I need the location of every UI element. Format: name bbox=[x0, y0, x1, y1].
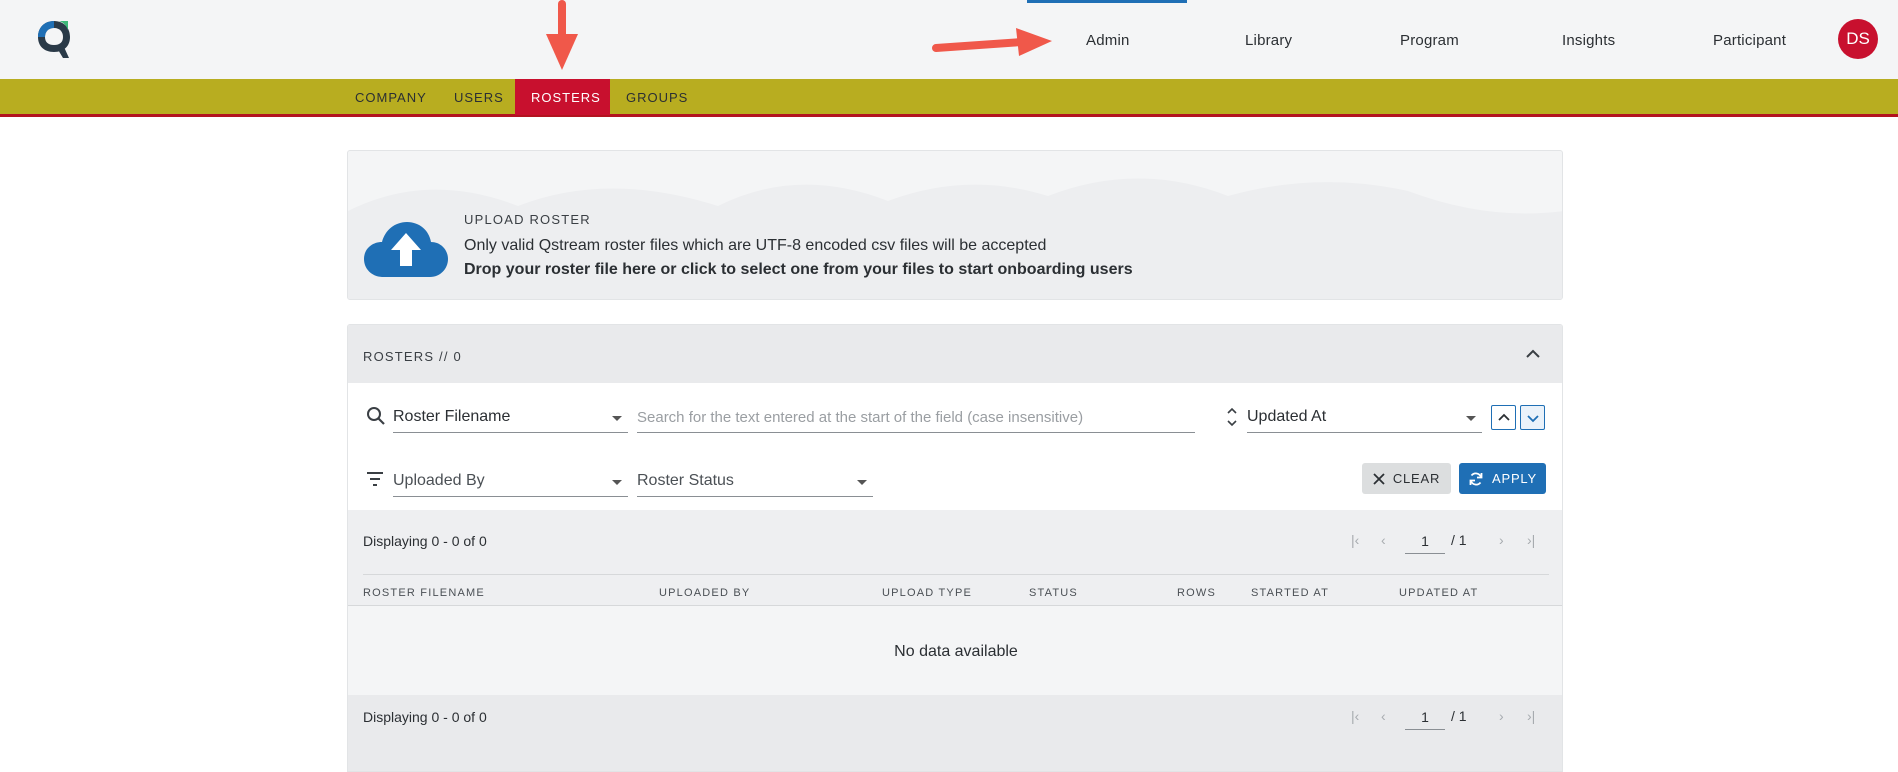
tab-users[interactable]: USERS bbox=[438, 79, 520, 115]
pagination-top: |‹ ‹ 1 / 1 › ›| bbox=[1351, 530, 1541, 554]
col-header-started-at[interactable]: STARTED AT bbox=[1251, 587, 1329, 599]
next-page-icon[interactable]: › bbox=[1499, 708, 1504, 724]
rosters-panel: ROSTERS // 0 Roster Filename Updated At … bbox=[347, 324, 1563, 772]
col-header-status[interactable]: STATUS bbox=[1029, 587, 1078, 599]
chevron-up-icon[interactable] bbox=[1524, 345, 1542, 363]
search-field-select[interactable]: Roster Filename bbox=[393, 403, 628, 433]
nav-item-admin[interactable]: Admin bbox=[1086, 32, 1130, 49]
no-data-message: No data available bbox=[894, 643, 1018, 660]
first-page-icon[interactable]: |‹ bbox=[1351, 708, 1359, 724]
chevron-down-icon bbox=[1526, 414, 1539, 422]
search-input[interactable] bbox=[637, 403, 1195, 433]
upload-title: UPLOAD ROSTER bbox=[464, 212, 591, 227]
close-icon bbox=[1373, 472, 1385, 485]
displaying-count-bottom: Displaying 0 - 0 of 0 bbox=[363, 709, 487, 725]
col-header-rows[interactable]: ROWS bbox=[1177, 587, 1216, 599]
refresh-icon bbox=[1469, 472, 1483, 485]
next-page-icon[interactable]: › bbox=[1499, 532, 1504, 548]
table-footer: Displaying 0 - 0 of 0 |‹ ‹ 1 / 1 › ›| bbox=[348, 695, 1562, 771]
nav-item-insights[interactable]: Insights bbox=[1562, 32, 1615, 49]
displaying-count-top: Displaying 0 - 0 of 0 bbox=[363, 533, 487, 549]
rosters-title: ROSTERS // 0 bbox=[363, 349, 462, 364]
search-icon bbox=[367, 407, 385, 425]
search-field-value: Roster Filename bbox=[393, 408, 511, 425]
filter-icon bbox=[367, 472, 383, 486]
tab-groups[interactable]: GROUPS bbox=[610, 79, 704, 115]
sort-descending-button[interactable] bbox=[1520, 405, 1545, 430]
nav-item-participant[interactable]: Participant bbox=[1713, 32, 1786, 49]
table-body: No data available bbox=[348, 606, 1562, 695]
annotation-arrow-right-icon bbox=[932, 28, 1052, 56]
prev-page-icon[interactable]: ‹ bbox=[1381, 532, 1386, 548]
apply-label: APPLY bbox=[1492, 471, 1537, 486]
clear-label: CLEAR bbox=[1392, 471, 1441, 486]
divider bbox=[363, 574, 1549, 575]
caret-down-icon bbox=[612, 480, 622, 485]
caret-down-icon bbox=[1466, 416, 1476, 421]
page-input[interactable]: 1 bbox=[1405, 530, 1445, 554]
uploaded-by-filter[interactable]: Uploaded By bbox=[393, 467, 628, 497]
clear-button[interactable]: CLEAR bbox=[1362, 463, 1451, 494]
uploaded-by-value: Uploaded By bbox=[393, 472, 485, 489]
cloud-upload-icon bbox=[364, 222, 448, 277]
upload-drop-hint: Drop your roster file here or click to s… bbox=[464, 261, 1133, 278]
upload-roster-dropzone[interactable]: UPLOAD ROSTER Only valid Qstream roster … bbox=[347, 150, 1563, 300]
qstream-logo-icon[interactable] bbox=[35, 18, 73, 60]
nav-active-indicator bbox=[1027, 0, 1187, 3]
nav-item-library[interactable]: Library bbox=[1245, 32, 1292, 49]
page-total: / 1 bbox=[1451, 532, 1467, 548]
nav-item-program[interactable]: Program bbox=[1400, 32, 1459, 49]
tab-company[interactable]: COMPANY bbox=[339, 79, 443, 115]
sort-icon bbox=[1227, 407, 1237, 427]
col-header-updated-at[interactable]: UPDATED AT bbox=[1399, 587, 1478, 599]
sort-ascending-button[interactable] bbox=[1491, 405, 1516, 430]
sort-field-select[interactable]: Updated At bbox=[1247, 403, 1482, 433]
sort-field-value: Updated At bbox=[1247, 408, 1327, 425]
prev-page-icon[interactable]: ‹ bbox=[1381, 708, 1386, 724]
upload-instructions: Only valid Qstream roster files which ar… bbox=[464, 237, 1047, 254]
last-page-icon[interactable]: ›| bbox=[1527, 532, 1535, 548]
pagination-bottom: |‹ ‹ 1 / 1 › ›| bbox=[1351, 706, 1541, 730]
apply-button[interactable]: APPLY bbox=[1459, 463, 1546, 494]
roster-status-filter[interactable]: Roster Status bbox=[637, 467, 873, 497]
roster-status-value: Roster Status bbox=[637, 472, 734, 489]
rosters-table: Displaying 0 - 0 of 0 |‹ ‹ 1 / 1 › ›| RO… bbox=[348, 510, 1562, 771]
page-input[interactable]: 1 bbox=[1405, 706, 1445, 730]
chevron-up-icon bbox=[1497, 413, 1510, 421]
col-header-uploaded-by[interactable]: UPLOADED BY bbox=[659, 587, 750, 599]
col-header-roster-filename[interactable]: ROSTER FILENAME bbox=[363, 587, 485, 599]
last-page-icon[interactable]: ›| bbox=[1527, 708, 1535, 724]
caret-down-icon bbox=[612, 416, 622, 421]
avatar[interactable]: DS bbox=[1838, 19, 1878, 59]
first-page-icon[interactable]: |‹ bbox=[1351, 532, 1359, 548]
page-total: / 1 bbox=[1451, 708, 1467, 724]
sub-navigation: COMPANY USERS ROSTERS GROUPS bbox=[0, 79, 1898, 117]
rosters-panel-header[interactable]: ROSTERS // 0 bbox=[348, 325, 1562, 383]
caret-down-icon bbox=[857, 480, 867, 485]
annotation-arrow-down-icon bbox=[546, 0, 578, 70]
tab-rosters[interactable]: ROSTERS bbox=[515, 79, 610, 115]
col-header-upload-type[interactable]: UPLOAD TYPE bbox=[882, 587, 972, 599]
